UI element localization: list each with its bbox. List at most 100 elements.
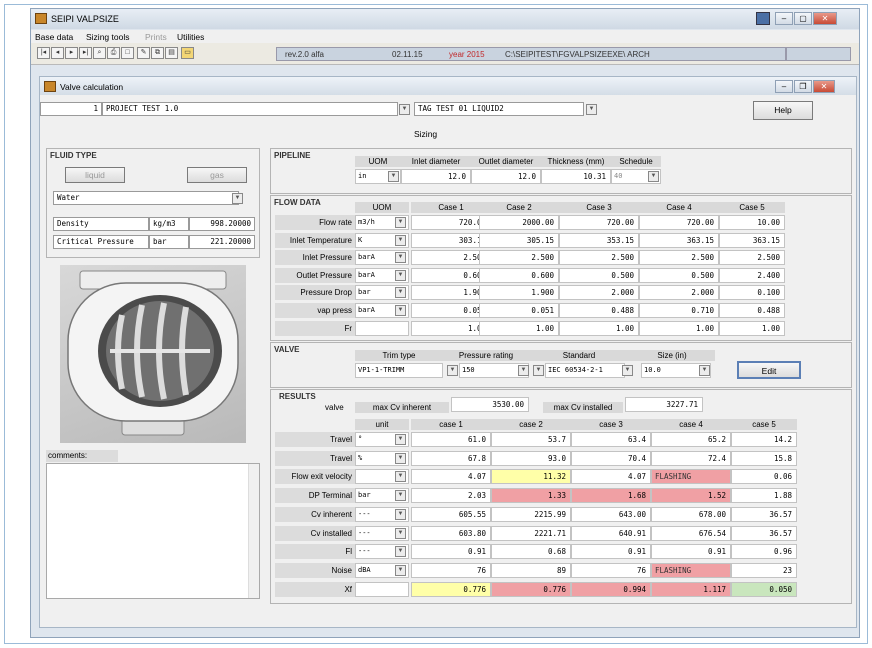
copy-icon[interactable]: ⧉ — [151, 47, 164, 59]
results-unit-dropdown-icon[interactable]: ▼ — [395, 527, 406, 539]
flow-value-cell[interactable]: 0.500 — [559, 267, 639, 283]
project-number[interactable]: 1 — [40, 102, 102, 116]
flow-uom-dropdown-icon[interactable]: ▼ — [395, 305, 406, 316]
results-value-cell: 67.8 — [411, 450, 491, 466]
flow-header-case: Case 5 — [719, 202, 785, 213]
project-dropdown-icon[interactable]: ▼ — [399, 104, 410, 115]
flow-row-label: Flow rate — [275, 215, 355, 230]
flow-value-cell[interactable]: 720.00 — [639, 215, 719, 230]
flow-uom-dropdown-icon[interactable]: ▼ — [395, 217, 406, 228]
flow-uom-dropdown-icon[interactable]: ▼ — [395, 252, 406, 264]
print-icon[interactable]: ⎙ — [107, 47, 120, 59]
folder-icon[interactable]: ▭ — [181, 47, 194, 59]
search-icon[interactable]: ⌕ — [93, 47, 106, 59]
schedule-dropdown-icon[interactable]: ▼ — [648, 171, 659, 182]
save-icon[interactable]: ▤ — [165, 47, 178, 59]
inner-restore-button[interactable]: ❐ — [794, 80, 812, 93]
edit-icon[interactable]: ✎ — [137, 47, 150, 59]
menu-base-data[interactable]: Base data — [35, 32, 73, 42]
help-button[interactable]: Help — [753, 101, 813, 120]
flow-value-cell[interactable]: 1.00 — [719, 320, 785, 336]
liquid-button[interactable]: liquid — [65, 167, 125, 183]
project-field[interactable]: PROJECT TEST 1.0 — [102, 102, 398, 116]
menu-sizing-tools[interactable]: Sizing tools — [86, 32, 129, 42]
flow-value-cell[interactable]: 1.00 — [639, 320, 719, 336]
results-unit-dropdown-icon[interactable]: ▼ — [395, 508, 406, 520]
standard-select[interactable]: IEC 60534-2-1 — [545, 363, 625, 378]
first-record-icon[interactable]: |◂ — [37, 47, 50, 59]
flow-uom-select[interactable] — [355, 320, 409, 336]
results-unit-select[interactable] — [355, 581, 409, 597]
flow-value-cell[interactable]: 1.00 — [559, 320, 639, 336]
pipe-uom-dropdown-icon[interactable]: ▼ — [388, 171, 399, 182]
grid-icon[interactable] — [756, 12, 770, 25]
last-record-icon[interactable]: ▸| — [79, 47, 92, 59]
results-unit-dropdown-icon[interactable]: ▼ — [395, 564, 406, 576]
flow-value-cell[interactable]: 0.488 — [719, 303, 785, 318]
thickness-field[interactable]: 10.31 — [541, 169, 611, 184]
inner-minimize-button[interactable]: – — [775, 80, 793, 93]
new-icon[interactable]: □ — [121, 47, 134, 59]
flow-value-cell[interactable]: 305.15 — [479, 232, 559, 248]
inner-close-button[interactable]: ✕ — [813, 80, 835, 93]
fluid-dropdown-icon[interactable]: ▼ — [232, 193, 243, 204]
flow-value-cell[interactable]: 2.000 — [639, 285, 719, 301]
standard-dropdown-icon-left[interactable]: ▼ — [533, 365, 544, 376]
flow-value-cell[interactable]: 0.500 — [639, 267, 719, 283]
fluid-select[interactable]: Water — [53, 191, 239, 205]
flow-uom-dropdown-icon[interactable]: ▼ — [395, 287, 406, 299]
results-unit-dropdown-icon[interactable]: ▼ — [395, 546, 406, 558]
sizing-tab[interactable]: Sizing — [414, 129, 437, 139]
rating-dropdown-icon[interactable]: ▼ — [518, 365, 529, 376]
flow-value-cell[interactable]: 2.500 — [479, 250, 559, 266]
flow-value-cell[interactable]: 1.900 — [479, 285, 559, 301]
inlet-diameter-field[interactable]: 12.0 — [401, 169, 471, 184]
flow-value-cell[interactable]: 0.710 — [639, 303, 719, 318]
minimize-button[interactable]: – — [775, 12, 793, 25]
edit-button[interactable]: Edit — [737, 361, 801, 379]
flow-value-cell[interactable]: 363.15 — [719, 232, 785, 248]
trim-dropdown-icon[interactable]: ▼ — [447, 365, 458, 376]
maximize-button[interactable]: ▢ — [794, 12, 812, 25]
size-dropdown-icon[interactable]: ▼ — [699, 365, 710, 376]
results-unit-dropdown-icon[interactable]: ▼ — [395, 452, 406, 464]
results-value-cell: 0.96 — [731, 544, 797, 560]
results-unit-dropdown-icon[interactable]: ▼ — [395, 490, 406, 502]
trim-type-select[interactable]: VP1-1-TRIMM — [355, 363, 443, 378]
outlet-diameter-field[interactable]: 12.0 — [471, 169, 541, 184]
tag-field[interactable]: TAG TEST 01 LIQUID2 — [414, 102, 584, 116]
flow-value-cell[interactable]: 0.488 — [559, 303, 639, 318]
gas-button[interactable]: gas — [187, 167, 247, 183]
comments-textarea[interactable] — [46, 463, 260, 599]
flow-value-cell[interactable]: 0.600 — [479, 267, 559, 283]
results-header-case: case 2 — [491, 419, 571, 430]
flow-value-cell[interactable]: 353.15 — [559, 232, 639, 248]
standard-dropdown-icon[interactable]: ▼ — [622, 365, 633, 376]
flow-value-cell[interactable]: 0.051 — [479, 303, 559, 318]
valve-ball-icon — [67, 270, 239, 436]
flow-value-cell[interactable]: 2.400 — [719, 267, 785, 283]
flow-value-cell[interactable]: 2.500 — [719, 250, 785, 266]
results-unit-dropdown-icon[interactable]: ▼ — [395, 471, 406, 483]
tag-dropdown-icon[interactable]: ▼ — [586, 104, 597, 115]
flow-value-cell[interactable]: 720.00 — [559, 215, 639, 230]
flow-value-cell[interactable]: 363.15 — [639, 232, 719, 248]
flow-value-cell[interactable]: 10.00 — [719, 215, 785, 230]
results-value-cell: 676.54 — [651, 525, 731, 541]
close-button[interactable]: ✕ — [813, 12, 837, 25]
flow-uom-dropdown-icon[interactable]: ▼ — [395, 269, 406, 281]
results-unit-dropdown-icon[interactable]: ▼ — [395, 434, 406, 445]
flow-value-cell[interactable]: 1.00 — [479, 320, 559, 336]
prev-record-icon[interactable]: ◂ — [51, 47, 64, 59]
flow-value-cell[interactable]: 0.100 — [719, 285, 785, 301]
menu-utilities[interactable]: Utilities — [177, 32, 204, 42]
flow-uom-dropdown-icon[interactable]: ▼ — [395, 234, 406, 246]
flow-value-cell[interactable]: 2.500 — [559, 250, 639, 266]
menu-prints[interactable]: Prints — [145, 32, 167, 42]
results-value-cell: 70.4 — [571, 450, 651, 466]
next-record-icon[interactable]: ▸ — [65, 47, 78, 59]
comments-scrollbar[interactable] — [248, 464, 259, 598]
flow-value-cell[interactable]: 2.500 — [639, 250, 719, 266]
flow-value-cell[interactable]: 2000.00 — [479, 215, 559, 230]
flow-value-cell[interactable]: 2.000 — [559, 285, 639, 301]
